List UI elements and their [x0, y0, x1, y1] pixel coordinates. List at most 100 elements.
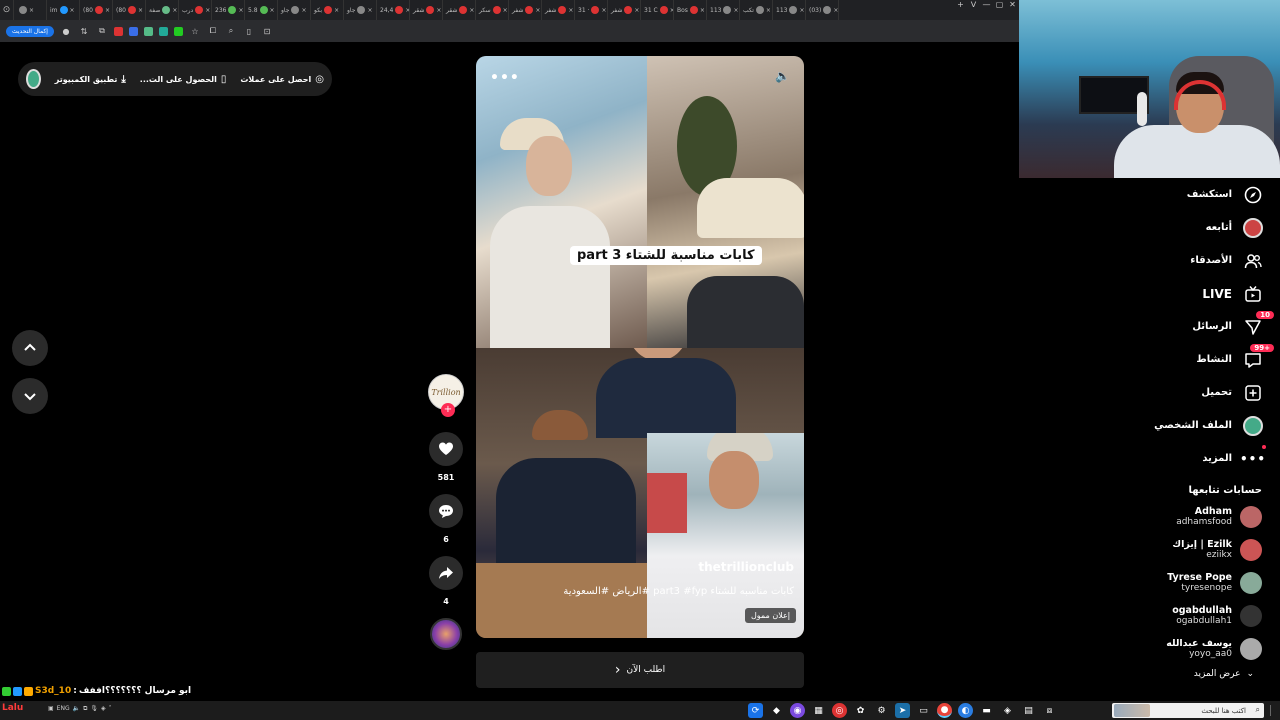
- star-icon[interactable]: ☆: [189, 25, 201, 37]
- show-desktop-button[interactable]: [1270, 705, 1276, 716]
- desktop-app-button[interactable]: ⤓ تطبيق الكمبيوتر: [55, 74, 126, 85]
- close-tab-icon[interactable]: ×: [634, 7, 639, 14]
- browser-tab[interactable]: ×: [14, 0, 47, 20]
- browser-tab[interactable]: 5.8 ×: [245, 0, 278, 20]
- close-tab-icon[interactable]: ×: [172, 7, 177, 14]
- music-disc-icon[interactable]: [430, 618, 462, 650]
- extension-icon[interactable]: [113, 26, 123, 36]
- app-icon[interactable]: ◈: [1000, 703, 1015, 718]
- app-icon[interactable]: ▭: [916, 703, 931, 718]
- browser-tab[interactable]: 31 · ×: [575, 0, 608, 20]
- language-indicator[interactable]: ENG: [57, 705, 70, 713]
- minimize-button[interactable]: —: [980, 0, 993, 9]
- close-tab-icon[interactable]: ×: [601, 7, 606, 14]
- shield-icon[interactable]: [158, 26, 168, 36]
- extension-icon[interactable]: [143, 26, 153, 36]
- browser-tab[interactable]: 236 ×: [212, 0, 245, 20]
- video-player[interactable]: ••• 🔈 كابات مناسبة للشتاء part 3 thetril…: [476, 56, 804, 638]
- browser-tab[interactable]: 113 ×: [707, 0, 740, 20]
- author-avatar[interactable]: Trillion +: [428, 374, 464, 417]
- sidebar-item-upload[interactable]: تحميل: [1120, 376, 1280, 409]
- close-tab-icon[interactable]: ×: [535, 7, 540, 14]
- maximize-button[interactable]: ▢: [993, 0, 1006, 9]
- new-tab-button[interactable]: +: [954, 0, 967, 9]
- browser-tab[interactable]: (80 ×: [80, 0, 113, 20]
- copy-icon[interactable]: ⧉: [96, 25, 108, 37]
- browser-tab[interactable]: 113 ×: [773, 0, 806, 20]
- sidebar-item-profile[interactable]: الملف الشخصي: [1120, 409, 1280, 442]
- following-account-row[interactable]: Adham adhamsfood: [1120, 500, 1280, 533]
- close-tab-icon[interactable]: ×: [334, 7, 339, 14]
- close-tab-icon[interactable]: ×: [138, 7, 143, 14]
- close-tab-icon[interactable]: ×: [238, 7, 243, 14]
- sidebar-item-following[interactable]: أتابعه: [1120, 211, 1280, 244]
- following-account-row[interactable]: Ezilk | إيزاك eziikx: [1120, 533, 1280, 566]
- following-account-row[interactable]: Tyrese Pope tyresenope: [1120, 566, 1280, 599]
- chevron-up-icon[interactable]: ˄: [109, 705, 112, 713]
- close-tab-icon[interactable]: ×: [436, 7, 441, 14]
- close-tab-icon[interactable]: ×: [205, 7, 210, 14]
- profile-icon[interactable]: ●: [60, 25, 72, 37]
- browser-tab[interactable]: سكر ×: [476, 0, 509, 20]
- app-icon[interactable]: ▤: [1021, 703, 1036, 718]
- tray-icon[interactable]: ⧉: [83, 705, 87, 713]
- app-icon[interactable]: ⟳: [748, 703, 763, 718]
- app-icon[interactable]: ◎: [832, 703, 847, 718]
- close-tab-icon[interactable]: ×: [29, 7, 34, 14]
- sync-icon[interactable]: ⇅: [78, 25, 90, 37]
- following-account-row[interactable]: يوسف عبدالله yoyo_aa0: [1120, 632, 1280, 665]
- browser-tab[interactable]: بكو ×: [311, 0, 344, 20]
- close-tab-icon[interactable]: ×: [70, 7, 75, 14]
- chrome-icon[interactable]: ●: [937, 703, 952, 718]
- close-tab-icon[interactable]: ×: [766, 7, 771, 14]
- tab-search-icon[interactable]: ⊙: [0, 0, 14, 20]
- browser-tab[interactable]: (03) ×: [806, 0, 839, 20]
- volume-icon[interactable]: 🔈: [775, 69, 790, 83]
- close-tab-icon[interactable]: ×: [301, 7, 306, 14]
- like-button[interactable]: [429, 432, 463, 466]
- browser-tab[interactable]: شقر ×: [443, 0, 476, 20]
- settings-gear-icon[interactable]: ⚙: [874, 703, 889, 718]
- app-icon[interactable]: ◆: [769, 703, 784, 718]
- browser-tab[interactable]: شقر ×: [410, 0, 443, 20]
- get-coins-button[interactable]: ◎ احصل على عملات: [240, 74, 324, 85]
- sidebar-item-more[interactable]: ••• المزيد: [1120, 442, 1280, 475]
- video-author-username[interactable]: thetrillionclub: [698, 560, 794, 574]
- close-tab-icon[interactable]: ×: [833, 7, 838, 14]
- close-tab-icon[interactable]: ×: [799, 7, 804, 14]
- avatar[interactable]: [26, 69, 41, 89]
- update-button[interactable]: إكمال التحديث: [6, 25, 54, 37]
- browser-tab[interactable]: تكب ×: [740, 0, 773, 20]
- sidebar-item-activity[interactable]: 99+ النشاط: [1120, 343, 1280, 376]
- order-now-button[interactable]: اطلب الآن ‹: [476, 652, 804, 688]
- close-tab-icon[interactable]: ×: [503, 7, 508, 14]
- close-tab-icon[interactable]: ×: [733, 7, 738, 14]
- screenshot-icon[interactable]: ⊡: [261, 25, 273, 37]
- browser-tab[interactable]: 24,4 ×: [377, 0, 410, 20]
- browser-tab[interactable]: 31 C×: [641, 0, 674, 20]
- shield-icon[interactable]: ◈: [101, 705, 106, 713]
- mic-icon[interactable]: 🎙: [90, 705, 98, 713]
- browser-tab[interactable]: صفة ×: [146, 0, 179, 20]
- browser-tab[interactable]: شفر ×: [509, 0, 542, 20]
- see-more-button[interactable]: ⌄ عرض المزيد: [1120, 669, 1280, 679]
- extension-icon[interactable]: [173, 26, 183, 36]
- extensions-puzzle-icon[interactable]: ⧠: [207, 25, 219, 37]
- tray-icon[interactable]: ▣: [48, 705, 54, 713]
- browser-tab[interactable]: im ×: [47, 0, 80, 20]
- app-icon[interactable]: ▦: [811, 703, 826, 718]
- previous-video-button[interactable]: [12, 330, 48, 366]
- close-tab-icon[interactable]: ×: [105, 7, 110, 14]
- edge-icon[interactable]: ◐: [958, 703, 973, 718]
- volume-icon[interactable]: 🔈: [73, 705, 80, 713]
- close-window-button[interactable]: ✕: [1006, 0, 1019, 9]
- taskbar-search-input[interactable]: اكتب هنا للبحث ⌕: [1112, 703, 1264, 718]
- zoom-icon[interactable]: ⌕: [225, 25, 237, 37]
- more-options-icon[interactable]: •••: [490, 70, 520, 86]
- telegram-icon[interactable]: ➤: [895, 703, 910, 718]
- get-app-button[interactable]: ▯ الحصول على الت...: [140, 74, 227, 85]
- browser-tab[interactable]: Bos ×: [674, 0, 707, 20]
- browser-tab[interactable]: (80 ×: [113, 0, 146, 20]
- following-account-row[interactable]: ogabdullah ogabdullah1: [1120, 599, 1280, 632]
- next-video-button[interactable]: [12, 378, 48, 414]
